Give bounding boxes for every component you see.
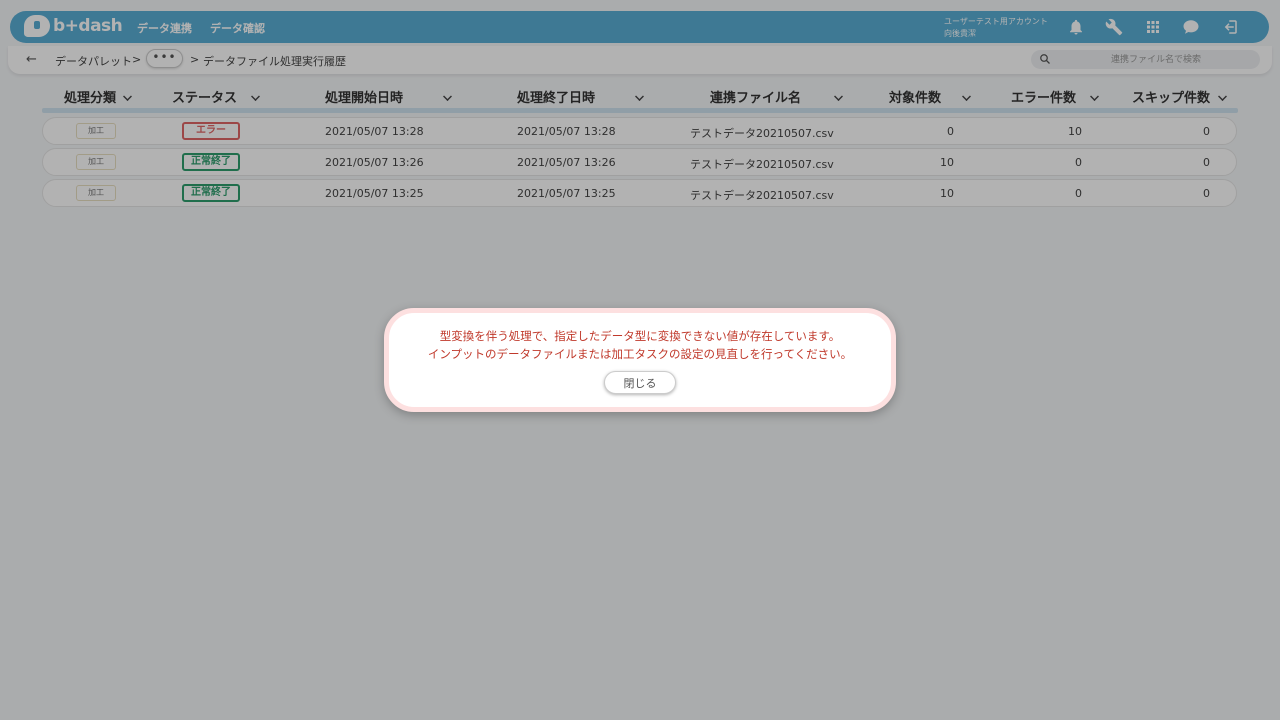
error-message-line1: 型変換を伴う処理で、指定したデータ型に変換できない値が存在しています。 bbox=[439, 329, 841, 343]
error-dialog: 型変換を伴う処理で、指定したデータ型に変換できない値が存在しています。 インプッ… bbox=[384, 308, 896, 412]
error-message: 型変換を伴う処理で、指定したデータ型に変換できない値が存在しています。 インプッ… bbox=[389, 327, 891, 363]
error-message-line2: インプットのデータファイルまたは加工タスクの設定の見直しを行ってください。 bbox=[427, 347, 853, 361]
close-button[interactable]: 閉じる bbox=[604, 371, 676, 394]
